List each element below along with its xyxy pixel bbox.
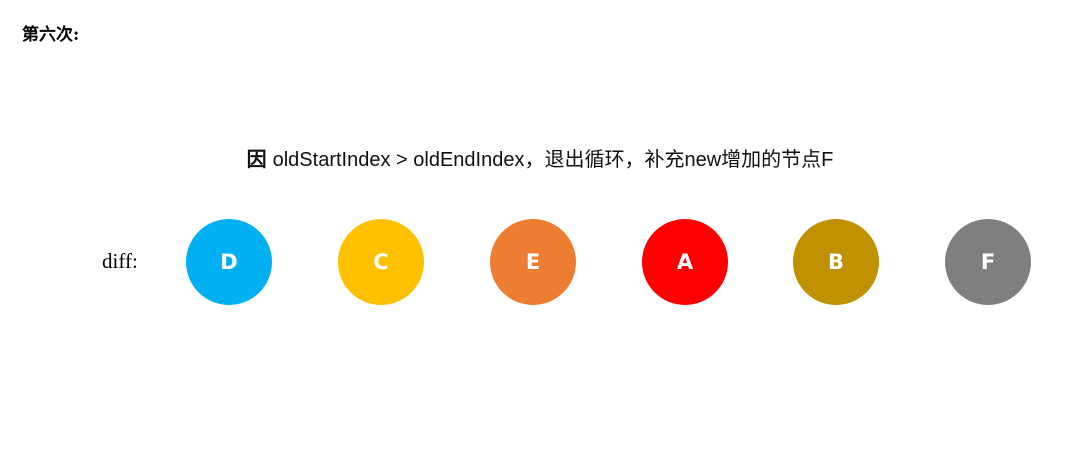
node-circle: E	[490, 219, 576, 305]
caption-lead: 因	[246, 147, 267, 171]
node-circle: B	[793, 219, 879, 305]
node-circle: A	[642, 219, 728, 305]
step-title: 第六次:	[22, 25, 80, 45]
node-circle: C	[338, 219, 424, 305]
node-circle: F	[945, 219, 1031, 305]
diff-row-label: diff:	[102, 249, 138, 273]
diagram-caption: 因 oldStartIndex > oldEndIndex，退出循环，补充new增…	[0, 143, 1080, 172]
node-circle: D	[186, 219, 272, 305]
caption-text: oldStartIndex > oldEndIndex，退出循环，补充new增加…	[272, 149, 834, 171]
